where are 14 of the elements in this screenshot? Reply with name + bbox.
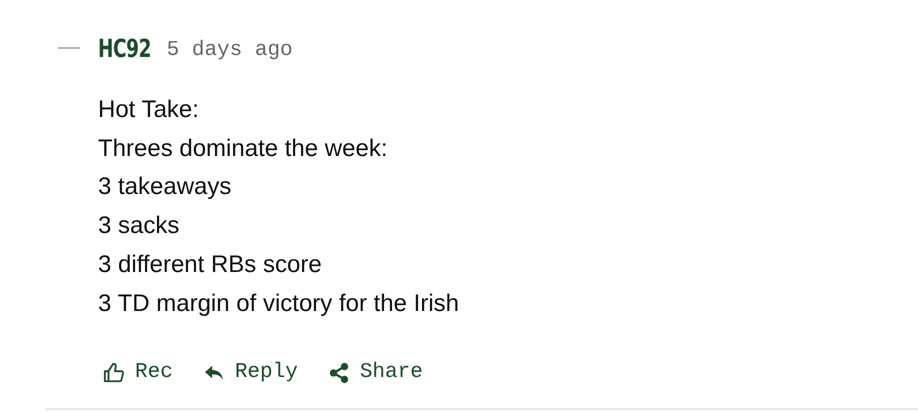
comment-line: Hot Take: (98, 95, 200, 125)
comment-line: 3 different RBs score (98, 250, 323, 280)
reply-button[interactable]: Reply (202, 361, 298, 384)
recommend-button[interactable]: Rec (103, 361, 173, 384)
comment-line: 3 takeaways (98, 172, 232, 202)
comment-author[interactable]: HC92 (98, 34, 151, 62)
share-icon (328, 362, 350, 384)
thumbs-up-icon (103, 362, 125, 384)
comment-line: Threes dominate the week: (98, 134, 388, 164)
comment-time: 5 days ago (166, 38, 293, 62)
comment-line: 3 sacks (98, 211, 180, 242)
reply-arrow-icon (202, 364, 225, 382)
comment-line: 3 TD margin of victory for the Irish (98, 288, 460, 319)
share-button[interactable]: Share (328, 361, 423, 384)
